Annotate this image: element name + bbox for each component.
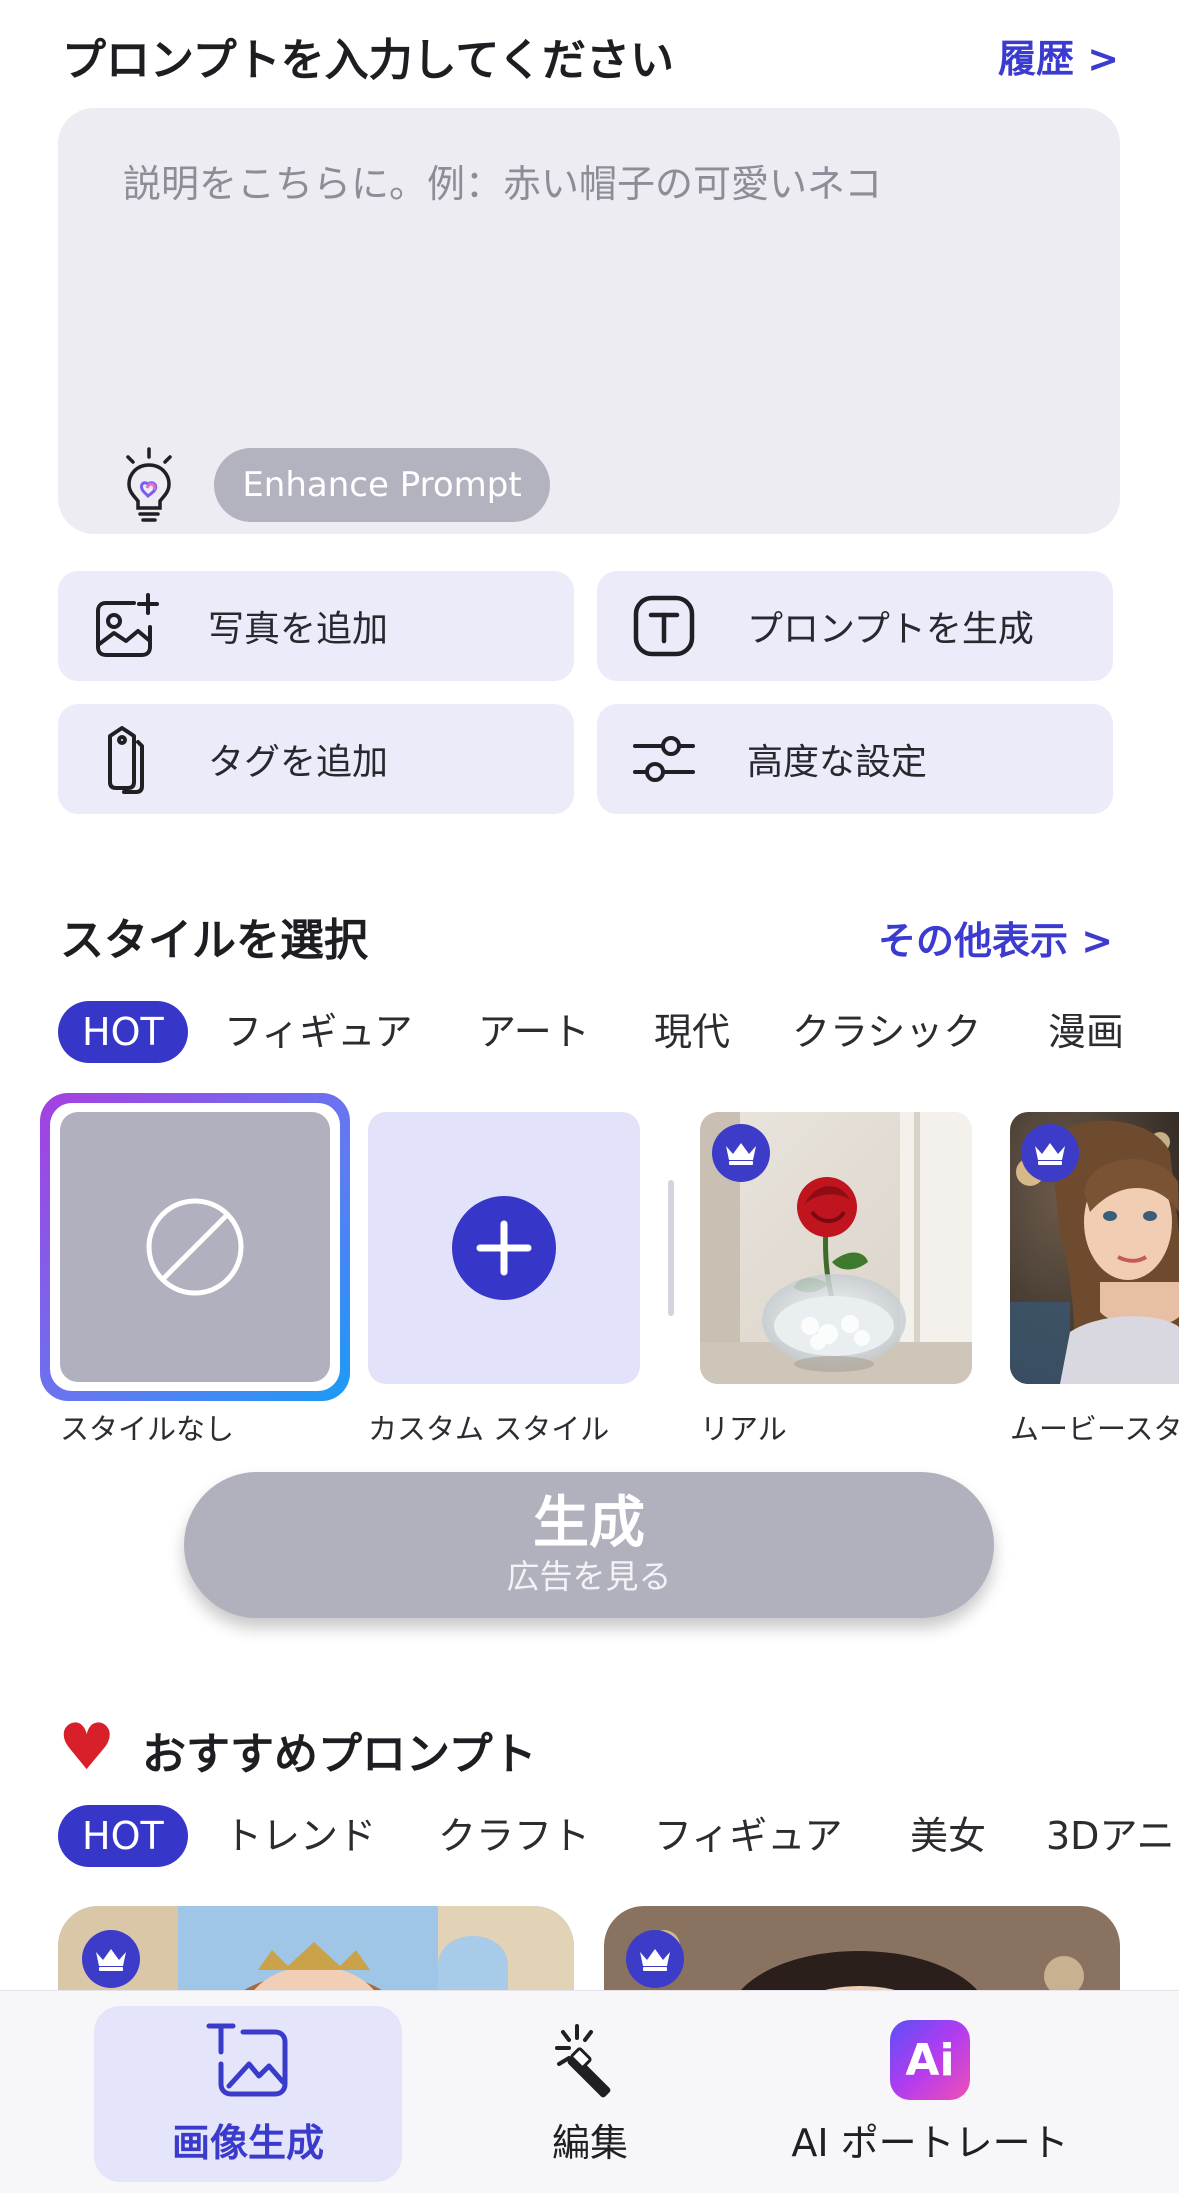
show-more-link[interactable]: その他表示 > <box>878 910 1113 965</box>
style-movie-star-label: ムービースター <box>1010 1412 1179 1446</box>
premium-crown-icon <box>82 1930 140 1988</box>
recommend-category-craft[interactable]: クラフト <box>438 1805 590 1867</box>
style-category-manga[interactable]: 漫画 <box>1048 1001 1124 1063</box>
style-category-art[interactable]: アート <box>478 1001 590 1063</box>
text-t-icon <box>629 591 699 661</box>
prompt-box: Enhance Prompt <box>58 108 1120 534</box>
style-custom-label: カスタム スタイル <box>368 1412 610 1446</box>
tab-ai-portrait[interactable]: Ai AI ポートレート <box>780 2020 1080 2192</box>
style-card-none[interactable] <box>60 1112 330 1382</box>
enhance-prompt-button[interactable]: Enhance Prompt <box>214 448 550 522</box>
style-category-hot[interactable]: HOT <box>58 1001 188 1063</box>
recommend-category-3d-anime[interactable]: 3Dアニ <box>1046 1805 1175 1867</box>
add-photo-icon <box>90 591 160 661</box>
heart-icon: ♥ <box>58 1711 116 1785</box>
sliders-icon <box>629 724 699 794</box>
generate-label: 生成 <box>533 1491 645 1556</box>
plus-circle-icon <box>452 1196 556 1300</box>
prompt-input[interactable] <box>123 153 1053 393</box>
premium-crown-icon <box>1021 1124 1079 1182</box>
add-tag-button[interactable]: タグを追加 <box>58 704 574 814</box>
lightbulb-icon[interactable] <box>118 446 180 524</box>
style-category-classic[interactable]: クラシック <box>792 1001 981 1063</box>
no-style-icon <box>146 1198 244 1296</box>
premium-crown-icon <box>712 1124 770 1182</box>
recommended-title: おすすめプロンプト <box>142 1729 537 1780</box>
premium-crown-icon <box>626 1930 684 1988</box>
ai-logo-icon: Ai <box>890 2020 970 2100</box>
recommend-category-hot[interactable]: HOT <box>58 1805 188 1867</box>
add-photo-label: 写真を追加 <box>208 609 389 650</box>
tab-edit[interactable]: 編集 <box>460 2020 720 2192</box>
advanced-settings-label: 高度な設定 <box>747 742 928 783</box>
style-real-label: リアル <box>700 1412 787 1446</box>
watch-ad-label: 広告を見る <box>506 1557 672 1596</box>
generate-prompt-label: プロンプトを生成 <box>747 609 1034 650</box>
add-tag-label: タグを追加 <box>208 742 389 783</box>
recommend-category-trend[interactable]: トレンド <box>224 1805 376 1867</box>
history-link[interactable]: 履歴 > <box>998 28 1119 83</box>
tab-image-generate-label: 画像生成 <box>171 2121 324 2165</box>
tag-icon <box>90 724 160 794</box>
generate-prompt-button[interactable]: プロンプトを生成 <box>597 571 1113 681</box>
style-category-figure[interactable]: フィギュア <box>224 1001 412 1063</box>
style-category-modern[interactable]: 現代 <box>654 1001 730 1063</box>
image-generate-icon <box>206 2023 288 2097</box>
tab-edit-label: 編集 <box>551 2121 628 2165</box>
divider <box>668 1180 674 1316</box>
tab-image-generate[interactable]: 画像生成 <box>94 2020 402 2192</box>
style-section-title: スタイルを選択 <box>60 915 368 966</box>
recommend-category-figure[interactable]: フィギュア <box>654 1805 842 1867</box>
magic-wand-icon <box>555 2024 611 2098</box>
page-title: プロンプトを入力してください <box>62 35 675 86</box>
add-photo-button[interactable]: 写真を追加 <box>58 571 574 681</box>
recommend-category-beauty[interactable]: 美女 <box>910 1805 986 1867</box>
advanced-settings-button[interactable]: 高度な設定 <box>597 704 1113 814</box>
style-none-label: スタイルなし <box>60 1412 235 1446</box>
style-card-custom[interactable] <box>368 1112 640 1384</box>
tab-ai-portrait-label: AI ポートレート <box>791 2121 1069 2165</box>
generate-button[interactable]: 生成 広告を見る <box>184 1472 994 1618</box>
